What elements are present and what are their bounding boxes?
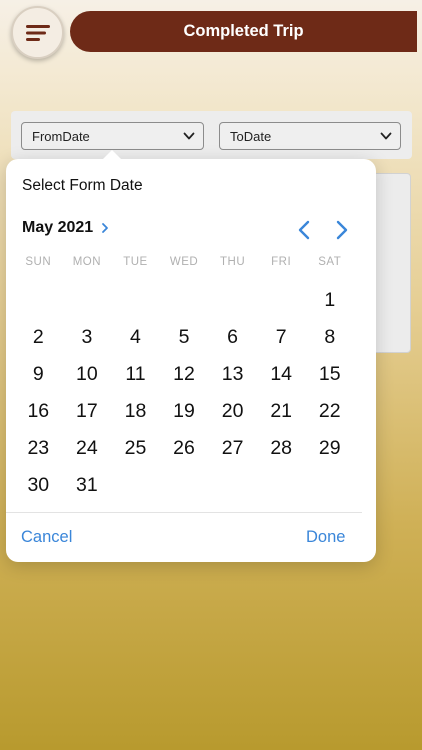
from-date-value: FromDate [32, 128, 90, 144]
calendar-day[interactable]: 13 [208, 356, 257, 393]
calendar-day [257, 467, 306, 504]
divider [6, 512, 362, 513]
calendar-day[interactable]: 23 [14, 430, 63, 467]
calendar-day [257, 282, 306, 319]
next-month-button[interactable] [334, 219, 350, 241]
calendar-week: 23 24 25 26 27 28 29 [14, 430, 354, 467]
calendar-day[interactable]: 2 [14, 319, 63, 356]
calendar-week: 1 [14, 282, 354, 319]
calendar-day [14, 282, 63, 319]
calendar-day[interactable]: 21 [257, 393, 306, 430]
weekday-label: TUE [123, 256, 148, 268]
to-date-value: ToDate [230, 128, 272, 144]
status-bar [0, 0, 422, 8]
calendar-day [305, 467, 354, 504]
calendar-day[interactable]: 16 [14, 393, 63, 430]
calendar-day[interactable]: 7 [257, 319, 306, 356]
page-title: Completed Trip [70, 11, 417, 52]
calendar-day [160, 467, 209, 504]
date-picker-title: Select Form Date [22, 177, 143, 194]
calendar-day[interactable]: 10 [63, 356, 112, 393]
calendar-day[interactable]: 25 [111, 430, 160, 467]
weekday-label: SUN [25, 256, 52, 268]
calendar-week: 2 3 4 5 6 7 8 [14, 319, 354, 356]
weekday-label: MON [72, 256, 102, 268]
date-filter-panel: FromDate ToDate [11, 111, 412, 159]
calendar-week: 9 10 11 12 13 14 15 [14, 356, 354, 393]
weekday-label: SAT [318, 256, 342, 268]
calendar-day[interactable]: 20 [208, 393, 257, 430]
calendar-day [63, 282, 112, 319]
calendar-day [208, 282, 257, 319]
calendar-day[interactable]: 29 [305, 430, 354, 467]
calendar-day[interactable]: 3 [63, 319, 112, 356]
weekday-label: WED [169, 256, 199, 268]
month-year-selector[interactable]: May 2021 [22, 219, 109, 237]
calendar-day[interactable]: 28 [257, 430, 306, 467]
cancel-button[interactable]: Cancel [21, 528, 72, 547]
calendar-day[interactable]: 30 [14, 467, 63, 504]
calendar-day[interactable]: 22 [305, 393, 354, 430]
weekday-label: FRI [271, 256, 292, 268]
calendar-day[interactable]: 6 [208, 319, 257, 356]
chevron-down-icon [183, 132, 195, 140]
calendar-day[interactable]: 15 [305, 356, 354, 393]
calendar-grid: 1 2 3 4 5 6 7 8 9 10 11 12 13 14 15 16 1… [14, 282, 354, 504]
calendar-day[interactable]: 24 [63, 430, 112, 467]
popover-arrow [102, 150, 122, 160]
month-year-label: May 2021 [22, 219, 94, 236]
done-button[interactable]: Done [306, 528, 345, 547]
calendar-day[interactable]: 1 [305, 282, 354, 319]
to-date-select[interactable]: ToDate [219, 122, 401, 150]
calendar-day[interactable]: 8 [305, 319, 354, 356]
weekday-header: SUN MON TUE WED THU FRI SAT [14, 256, 354, 268]
previous-month-button[interactable] [296, 219, 312, 241]
calendar-day[interactable]: 17 [63, 393, 112, 430]
calendar-day [208, 467, 257, 504]
calendar-day[interactable]: 12 [160, 356, 209, 393]
calendar-day[interactable]: 5 [160, 319, 209, 356]
calendar-day [111, 282, 160, 319]
menu-button[interactable] [11, 6, 64, 59]
chevron-right-icon [102, 223, 109, 233]
calendar-day[interactable]: 11 [111, 356, 160, 393]
calendar-day [160, 282, 209, 319]
hamburger-menu-icon [25, 24, 50, 41]
from-date-select[interactable]: FromDate [21, 122, 204, 150]
calendar-day[interactable]: 4 [111, 319, 160, 356]
calendar-day[interactable]: 18 [111, 393, 160, 430]
weekday-label: THU [220, 256, 246, 268]
calendar-day[interactable]: 26 [160, 430, 209, 467]
calendar-week: 16 17 18 19 20 21 22 [14, 393, 354, 430]
date-picker-popover: Select Form Date May 2021 SUN MON TUE WE… [6, 159, 376, 562]
calendar-week: 30 31 [14, 467, 354, 504]
calendar-day[interactable]: 9 [14, 356, 63, 393]
calendar-day[interactable]: 19 [160, 393, 209, 430]
calendar-day[interactable]: 31 [63, 467, 112, 504]
calendar-day[interactable]: 14 [257, 356, 306, 393]
calendar-day[interactable]: 27 [208, 430, 257, 467]
calendar-day [111, 467, 160, 504]
chevron-down-icon [380, 132, 392, 140]
